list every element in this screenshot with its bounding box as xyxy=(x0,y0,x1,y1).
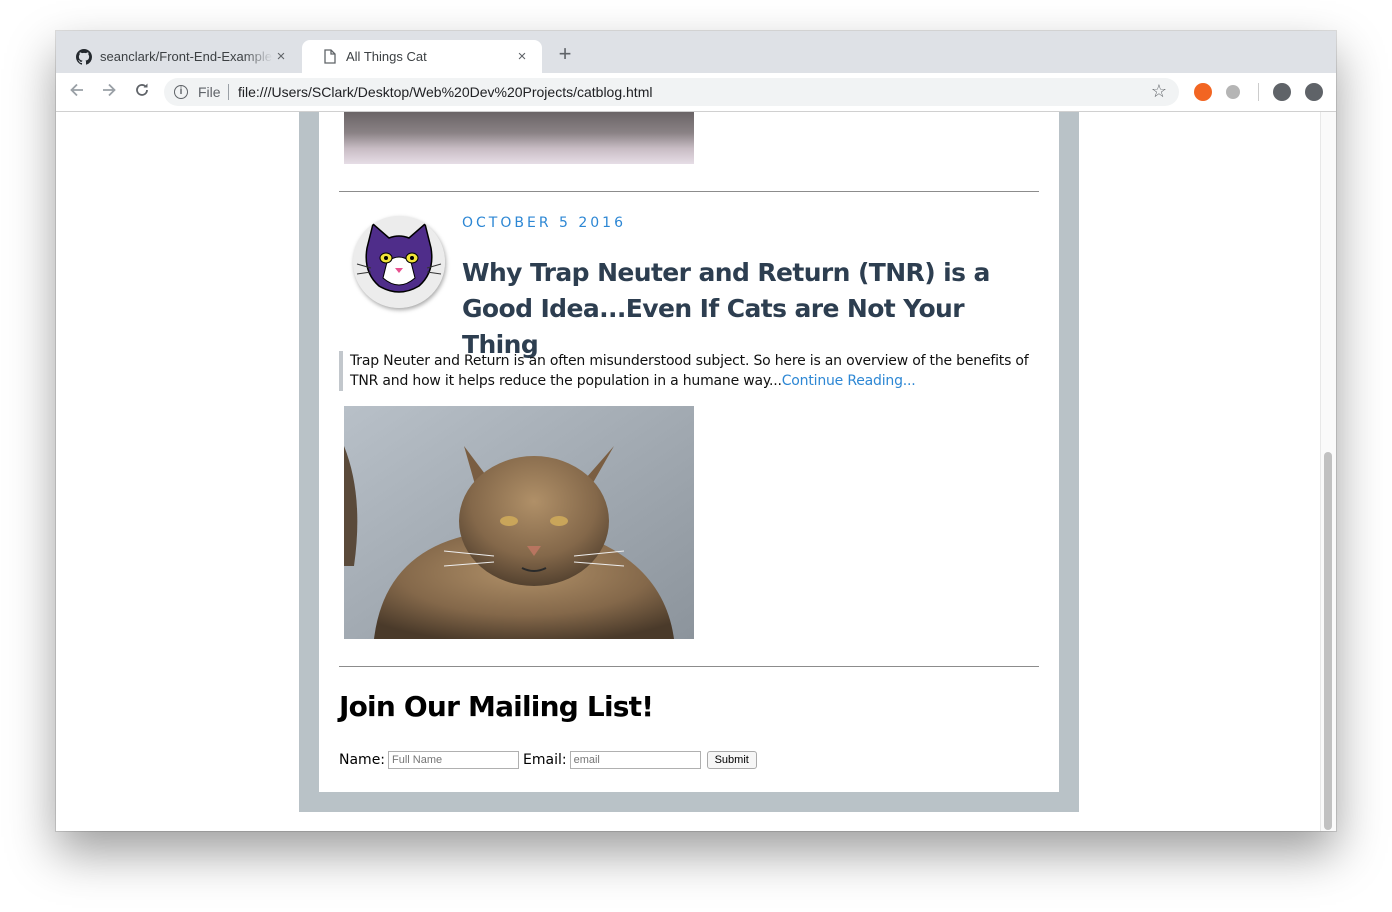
excerpt-text: Trap Neuter and Return is an often misun… xyxy=(350,353,1029,389)
blog-content: OCTOBER 5 2016 Why Trap Neuter and Retur… xyxy=(319,112,1059,792)
scheme-label: File xyxy=(198,84,221,100)
browser-window: seanclark/Front-End-Examples × All Thing… xyxy=(56,31,1336,831)
close-tab-icon[interactable]: × xyxy=(514,48,530,65)
name-label: Name: xyxy=(339,752,386,768)
profile-icon[interactable] xyxy=(1273,83,1291,101)
tab-github[interactable]: seanclark/Front-End-Examples × xyxy=(56,40,301,73)
new-tab-button[interactable]: + xyxy=(554,43,576,66)
update-icon[interactable] xyxy=(1305,83,1323,101)
page-icon xyxy=(322,49,338,65)
continue-reading-link[interactable]: Continue Reading... xyxy=(782,373,916,389)
post-excerpt: Trap Neuter and Return is an often misun… xyxy=(339,351,1039,391)
address-divider xyxy=(228,84,229,100)
extension-orange-icon[interactable] xyxy=(1194,83,1212,101)
tab-title: All Things Cat xyxy=(346,49,427,64)
bookmark-star-icon[interactable]: ☆ xyxy=(1151,81,1167,102)
page-frame: OCTOBER 5 2016 Why Trap Neuter and Retur… xyxy=(299,112,1079,812)
info-icon[interactable]: i xyxy=(174,85,188,99)
forward-arrow-icon[interactable] xyxy=(100,81,118,104)
mailing-list-form: Name: Email: Submit xyxy=(339,751,757,769)
extension-gray-icon[interactable] xyxy=(1226,85,1240,99)
browser-toolbar: i File file:///Users/SClark/Desktop/Web%… xyxy=(56,73,1336,112)
post-date: OCTOBER 5 2016 xyxy=(462,215,626,231)
author-avatar xyxy=(353,216,445,308)
post-title[interactable]: Why Trap Neuter and Return (TNR) is a Go… xyxy=(462,255,1032,363)
mailing-list-heading: Join Our Mailing List! xyxy=(339,690,654,723)
github-icon xyxy=(76,48,92,65)
tab-fade xyxy=(243,40,273,73)
toolbar-divider xyxy=(1258,83,1259,101)
submit-button[interactable]: Submit xyxy=(706,751,757,769)
divider xyxy=(339,666,1039,667)
tab-strip: seanclark/Front-End-Examples × All Thing… xyxy=(56,31,1336,73)
tab-all-things-cat[interactable]: All Things Cat × xyxy=(302,40,542,73)
address-bar[interactable]: i File file:///Users/SClark/Desktop/Web%… xyxy=(164,78,1179,106)
close-tab-icon[interactable]: × xyxy=(273,48,289,65)
scrollbar[interactable] xyxy=(1320,112,1336,831)
reload-icon[interactable] xyxy=(133,81,151,104)
email-input[interactable] xyxy=(569,751,701,769)
divider xyxy=(339,191,1039,192)
email-label: Email: xyxy=(523,752,567,768)
url-text[interactable]: file:///Users/SClark/Desktop/Web%20Dev%2… xyxy=(238,84,652,100)
previous-post-image xyxy=(344,112,694,164)
name-input[interactable] xyxy=(388,751,520,769)
back-arrow-icon[interactable] xyxy=(68,81,86,104)
scrollbar-thumb[interactable] xyxy=(1324,452,1332,830)
post-image xyxy=(344,406,694,639)
page-viewport: OCTOBER 5 2016 Why Trap Neuter and Retur… xyxy=(56,112,1336,831)
